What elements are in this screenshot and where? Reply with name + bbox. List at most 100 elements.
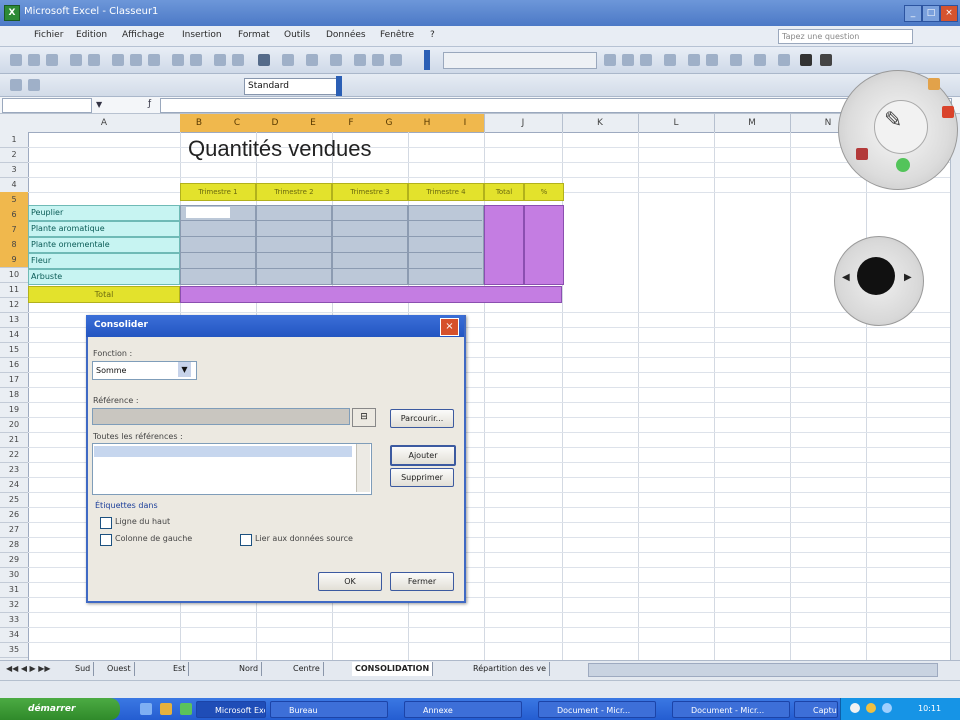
close-window-button[interactable]: × <box>940 5 958 22</box>
row-header[interactable]: 32 <box>0 597 28 613</box>
row-header[interactable]: 9 <box>0 252 28 268</box>
row-header[interactable]: 19 <box>0 402 28 418</box>
row-label-cell[interactable]: Arbuste <box>28 269 180 285</box>
help-icon[interactable] <box>330 54 342 66</box>
header-cell[interactable]: Trimestre 3 <box>332 183 408 201</box>
align-center-icon[interactable] <box>622 54 634 66</box>
chart-icon[interactable] <box>258 54 270 66</box>
top-row-checkbox[interactable] <box>100 517 112 529</box>
formula-input[interactable] <box>160 98 952 113</box>
font-select[interactable] <box>443 52 597 69</box>
copy-icon[interactable] <box>130 54 142 66</box>
minimize-button[interactable]: _ <box>904 5 922 22</box>
column-header[interactable]: H <box>408 114 447 132</box>
header-cell[interactable]: Trimestre 4 <box>408 183 484 201</box>
align-left-icon[interactable] <box>604 54 616 66</box>
column-header[interactable]: J <box>484 114 563 132</box>
percent-column[interactable] <box>524 205 564 285</box>
top-row-label[interactable]: Ligne du haut <box>115 517 170 526</box>
left-column-label[interactable]: Colonne de gauche <box>115 534 192 543</box>
name-box[interactable] <box>2 98 92 113</box>
menu-help[interactable]: ? <box>430 30 435 40</box>
row-header[interactable]: 10 <box>0 267 28 283</box>
sheet-tab[interactable]: Répartition des ve <box>470 662 550 676</box>
italic-icon[interactable] <box>372 54 384 66</box>
vertical-scrollbar[interactable] <box>950 114 960 660</box>
row-header[interactable]: 5 <box>0 192 28 208</box>
close-button[interactable]: Fermer <box>390 572 454 591</box>
row-header[interactable]: 23 <box>0 462 28 478</box>
row-header[interactable]: 16 <box>0 357 28 373</box>
column-header[interactable]: F <box>332 114 371 132</box>
header-cell[interactable]: Total <box>484 183 524 201</box>
maximize-button[interactable]: □ <box>922 5 940 22</box>
link-source-checkbox[interactable] <box>240 534 252 546</box>
collapse-dialog-icon[interactable]: ⊟ <box>352 408 376 427</box>
left-column-checkbox[interactable] <box>100 534 112 546</box>
row-header[interactable]: 8 <box>0 237 28 253</box>
sheet-tab[interactable]: Sud <box>72 662 95 676</box>
menu-insertion[interactable]: Insertion <box>182 30 222 40</box>
row-header[interactable]: 14 <box>0 327 28 343</box>
row-header[interactable]: 4 <box>0 177 28 193</box>
merge-icon[interactable] <box>664 54 676 66</box>
column-header[interactable]: C <box>218 114 257 132</box>
print-icon[interactable] <box>70 54 82 66</box>
play-control-icon[interactable] <box>857 257 895 295</box>
tray-icon[interactable] <box>866 703 876 713</box>
taskbar-button[interactable]: Bureau <box>270 701 388 718</box>
save-icon[interactable] <box>46 54 58 66</box>
drawing-icon[interactable] <box>282 54 294 66</box>
indent-icon[interactable] <box>754 54 766 66</box>
column-header[interactable]: G <box>370 114 409 132</box>
row-header[interactable]: 33 <box>0 612 28 628</box>
sheet-tab[interactable]: Est <box>170 662 190 676</box>
taskbar-button[interactable]: Capture vidéo <box>794 701 838 718</box>
excel-icon[interactable]: X <box>4 5 20 21</box>
toolbar2-icon[interactable] <box>10 79 22 91</box>
currency-icon[interactable] <box>688 54 700 66</box>
row-header[interactable]: 30 <box>0 567 28 583</box>
total-row[interactable] <box>180 286 562 303</box>
data-range-q3[interactable] <box>332 205 408 285</box>
row-header[interactable]: 6 <box>0 207 28 223</box>
font-color-icon[interactable] <box>820 54 832 66</box>
percent-icon[interactable] <box>706 54 718 66</box>
data-range-q2[interactable] <box>256 205 332 285</box>
row-header[interactable]: 27 <box>0 522 28 538</box>
highlighter-icon[interactable] <box>896 158 910 172</box>
horizontal-scrollbar[interactable] <box>588 663 938 677</box>
column-header[interactable]: D <box>256 114 295 132</box>
row-header[interactable]: 35 <box>0 642 28 658</box>
row-label-cell[interactable]: Plante ornementale <box>28 237 180 253</box>
row-header[interactable]: 25 <box>0 492 28 508</box>
row-header[interactable]: 34 <box>0 627 28 643</box>
sheet-tab[interactable]: Centre <box>290 662 324 676</box>
row-header[interactable]: 7 <box>0 222 28 238</box>
preview-icon[interactable] <box>88 54 100 66</box>
sheet-tab-active[interactable]: CONSOLIDATION <box>352 662 434 676</box>
cut-icon[interactable] <box>112 54 124 66</box>
taskbar-button-active[interactable]: Microsoft Excel <box>196 701 266 718</box>
row-header[interactable]: 11 <box>0 282 28 298</box>
row-header[interactable]: 18 <box>0 387 28 403</box>
list-item[interactable] <box>94 446 352 457</box>
paste-icon[interactable] <box>148 54 160 66</box>
menu-fenetre[interactable]: Fenêtre <box>380 30 414 40</box>
list-scrollbar[interactable] <box>356 444 370 492</box>
fx-icon[interactable]: ƒ <box>148 99 151 109</box>
ok-button[interactable]: OK <box>318 572 382 591</box>
style-select[interactable]: Standard <box>244 78 337 95</box>
undo-icon[interactable] <box>172 54 184 66</box>
start-button[interactable]: démarrer <box>0 698 120 720</box>
taskbar-button[interactable]: Document - Micr... <box>672 701 790 718</box>
toolbar2-icon[interactable] <box>28 79 40 91</box>
row-label-cell[interactable]: Plante aromatique <box>28 221 180 237</box>
add-button[interactable]: Ajouter <box>390 445 456 466</box>
taskbar-button[interactable]: Annexe <box>404 701 522 718</box>
row-header[interactable]: 28 <box>0 537 28 553</box>
fill-color-icon[interactable] <box>800 54 812 66</box>
marker-icon[interactable] <box>856 148 868 160</box>
column-header[interactable]: M <box>714 114 791 132</box>
row-label-cell[interactable]: Peuplier <box>28 205 180 221</box>
